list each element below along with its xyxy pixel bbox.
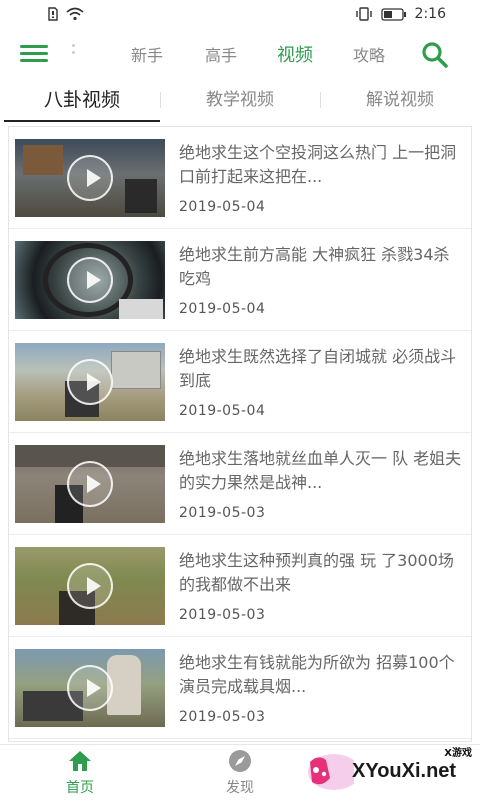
video-thumbnail[interactable] [15,547,165,625]
bottom-nav-discover[interactable]: 发现 [200,749,280,797]
play-icon [67,665,113,711]
video-date: 2019-05-04 [179,403,266,419]
video-thumbnail[interactable] [15,649,165,727]
video-thumbnail[interactable] [15,445,165,523]
video-thumbnail[interactable] [15,241,165,319]
subtab-divider [320,92,321,108]
tab-video[interactable]: 视频 [258,41,332,67]
video-date: 2019-05-03 [179,709,266,725]
list-item[interactable]: 绝地求生有钱就能为所欲为 招募100个演员完成载具烟... 2019-05-03 [9,637,471,739]
play-icon [67,563,113,609]
list-item[interactable]: 绝地求生既然选择了自闭城就 必须战斗到底 2019-05-04 [9,331,471,433]
status-time: 2:16 [414,6,446,22]
video-list: 绝地求生这个空投洞这么热门 上一把洞口前打起来这把在... 2019-05-04… [8,126,472,742]
video-thumbnail[interactable] [15,139,165,217]
video-date: 2019-05-03 [179,607,266,623]
watermark-logo [308,754,354,790]
sub-tabs: 八卦视频 教学视频 解说视频 [0,80,480,122]
nav-divider [72,44,75,62]
tab-newbie[interactable]: 新手 [110,42,184,66]
watermark-text: XYouXi.net [352,760,457,782]
video-date: 2019-05-04 [179,301,266,317]
tab-guide[interactable]: 攻略 [332,42,406,66]
sim-icon [48,7,58,21]
search-icon[interactable] [420,40,450,70]
watermark-small-text: X游戏 [444,748,472,759]
tab-expert[interactable]: 高手 [184,42,258,66]
video-title: 绝地求生落地就丝血单人灭一 队 老姐夫的实力果然是战神... [179,449,462,492]
watermark: XYouXi.net X游戏 [304,742,474,798]
list-item[interactable]: 绝地求生前方高能 大神疯狂 杀戮34杀吃鸡 2019-05-04 [9,229,471,331]
subtab-teaching[interactable]: 教学视频 [162,80,318,122]
bottom-nav-label: 发现 [226,780,254,796]
play-icon [67,461,113,507]
bottom-nav-home[interactable]: 首页 [40,749,120,797]
subtab-divider [160,92,161,108]
video-title: 绝地求生这种预判真的强 玩 了3000场的我都做不出来 [179,551,454,594]
vibrate-icon [355,7,372,21]
play-icon [67,155,113,201]
status-bar: 2:16 [0,0,480,30]
video-date: 2019-05-03 [179,505,266,521]
play-icon [67,257,113,303]
video-date: 2019-05-04 [179,199,266,215]
compass-icon [229,750,251,772]
bottom-nav-label: 首页 [66,780,94,796]
battery-icon [380,7,406,21]
list-item[interactable]: 绝地求生落地就丝血单人灭一 队 老姐夫的实力果然是战神... 2019-05-0… [9,433,471,535]
video-title: 绝地求生有钱就能为所欲为 招募100个演员完成载具烟... [179,653,455,696]
list-item[interactable]: 绝地求生这种预判真的强 玩 了3000场的我都做不出来 2019-05-03 [9,535,471,637]
video-title: 绝地求生这个空投洞这么热门 上一把洞口前打起来这把在... [179,143,457,186]
subtab-commentary[interactable]: 解说视频 [322,80,478,122]
nav-tabs: 新手 高手 视频 攻略 [110,30,406,78]
subtab-gossip[interactable]: 八卦视频 [4,80,160,122]
home-icon [69,751,91,771]
video-title: 绝地求生前方高能 大神疯狂 杀戮34杀吃鸡 [179,245,450,288]
video-thumbnail[interactable] [15,343,165,421]
status-right: 2:16 [355,6,446,22]
play-icon [67,359,113,405]
wifi-icon [66,7,84,21]
list-item[interactable]: 绝地求生这个空投洞这么热门 上一把洞口前打起来这把在... 2019-05-04 [9,127,471,229]
menu-icon[interactable] [20,42,50,66]
top-nav: 新手 高手 视频 攻略 [0,30,480,78]
video-title: 绝地求生既然选择了自闭城就 必须战斗到底 [179,347,457,390]
status-left [48,7,84,21]
